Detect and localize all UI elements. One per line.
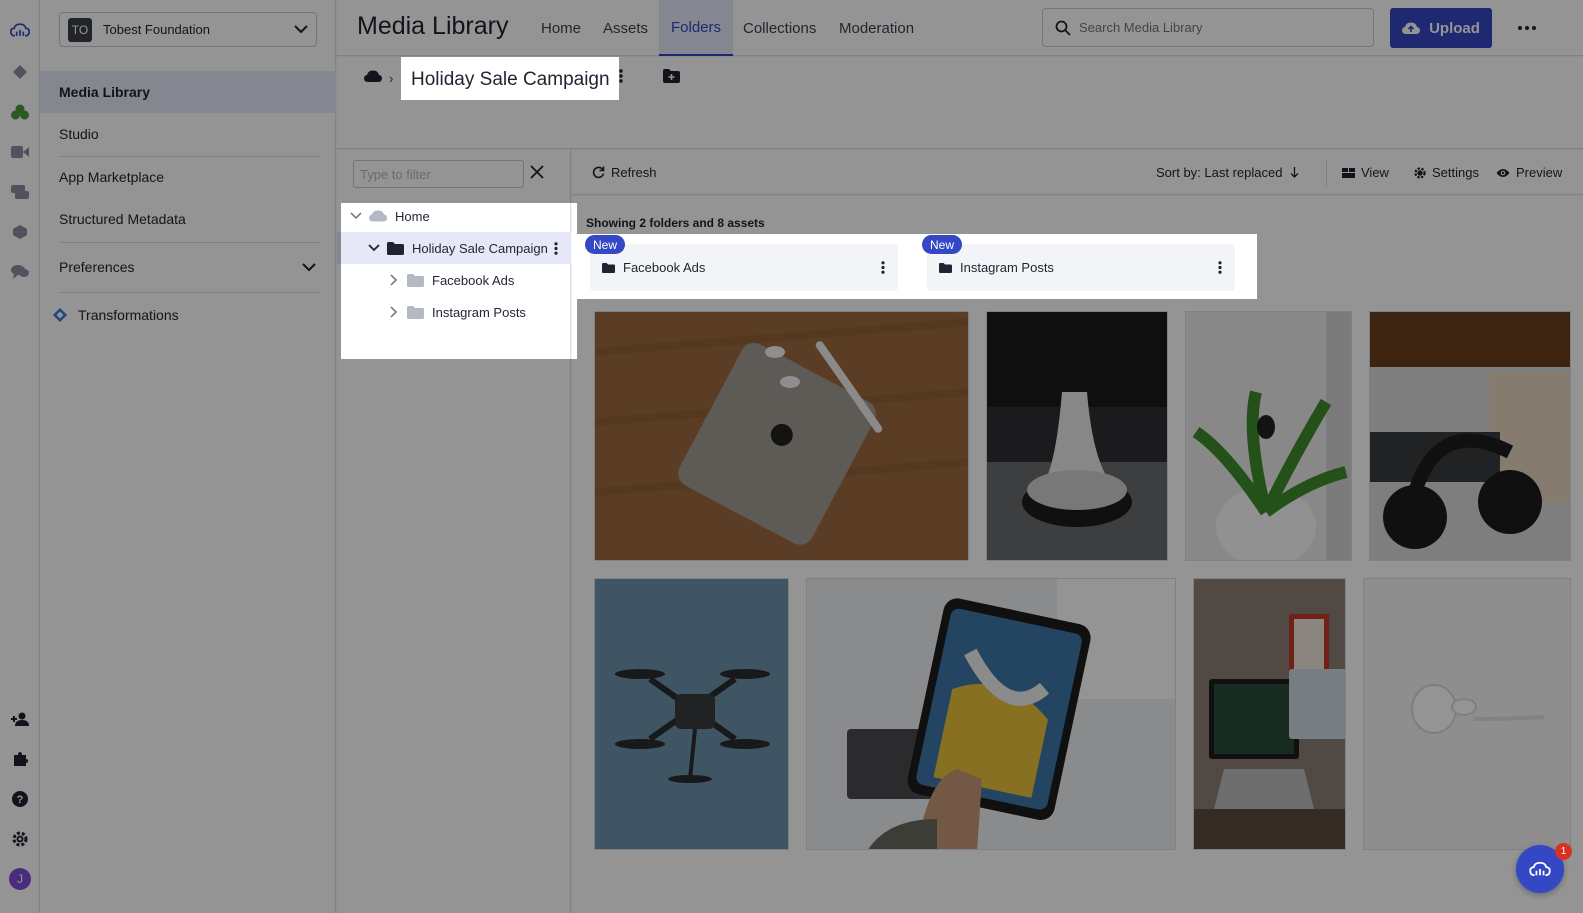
folder-icon (407, 273, 424, 287)
chevron-down-icon[interactable] (367, 244, 381, 252)
overlay-dim (619, 57, 1583, 100)
more-options-icon[interactable] (1205, 261, 1235, 274)
chevron-right-icon[interactable] (387, 274, 401, 286)
tree-item-home[interactable]: Home (337, 200, 571, 232)
new-badge: New (585, 235, 626, 254)
more-options-icon[interactable] (554, 241, 558, 255)
overlay-dim (0, 100, 1583, 203)
overlay-dim (0, 0, 1583, 57)
notification-count-badge: 1 (1555, 843, 1572, 860)
chevron-down-icon[interactable] (349, 212, 363, 220)
overlay-dim (341, 359, 577, 913)
folder-icon (387, 241, 404, 255)
folder-name: Facebook Ads (623, 260, 706, 275)
folder-card-instagram-posts[interactable]: Instagram Posts (927, 244, 1235, 291)
overlay-dim (0, 57, 401, 100)
tree-item-instagram-posts[interactable]: Instagram Posts (337, 296, 571, 328)
tree-item-facebook-ads[interactable]: Facebook Ads (337, 264, 571, 296)
folder-icon (602, 262, 615, 273)
breadcrumb-current-folder[interactable]: Holiday Sale Campaign (402, 60, 619, 100)
chevron-right-icon[interactable] (387, 306, 401, 318)
overlay-dim (577, 203, 1583, 234)
cloud-icon (369, 210, 387, 222)
folder-icon (939, 262, 952, 273)
overlay-dim (1257, 234, 1583, 299)
tree-item-holiday-sale-campaign[interactable]: Holiday Sale Campaign (337, 232, 571, 264)
more-options-icon[interactable] (868, 261, 898, 274)
new-badge: New (922, 235, 963, 254)
overlay-dim (0, 203, 341, 913)
overlay-dim (577, 299, 1583, 913)
folder-icon (407, 305, 424, 319)
folder-name: Instagram Posts (960, 260, 1054, 275)
cloudinary-chat-icon (1529, 861, 1551, 877)
folder-card-facebook-ads[interactable]: Facebook Ads (590, 244, 898, 291)
